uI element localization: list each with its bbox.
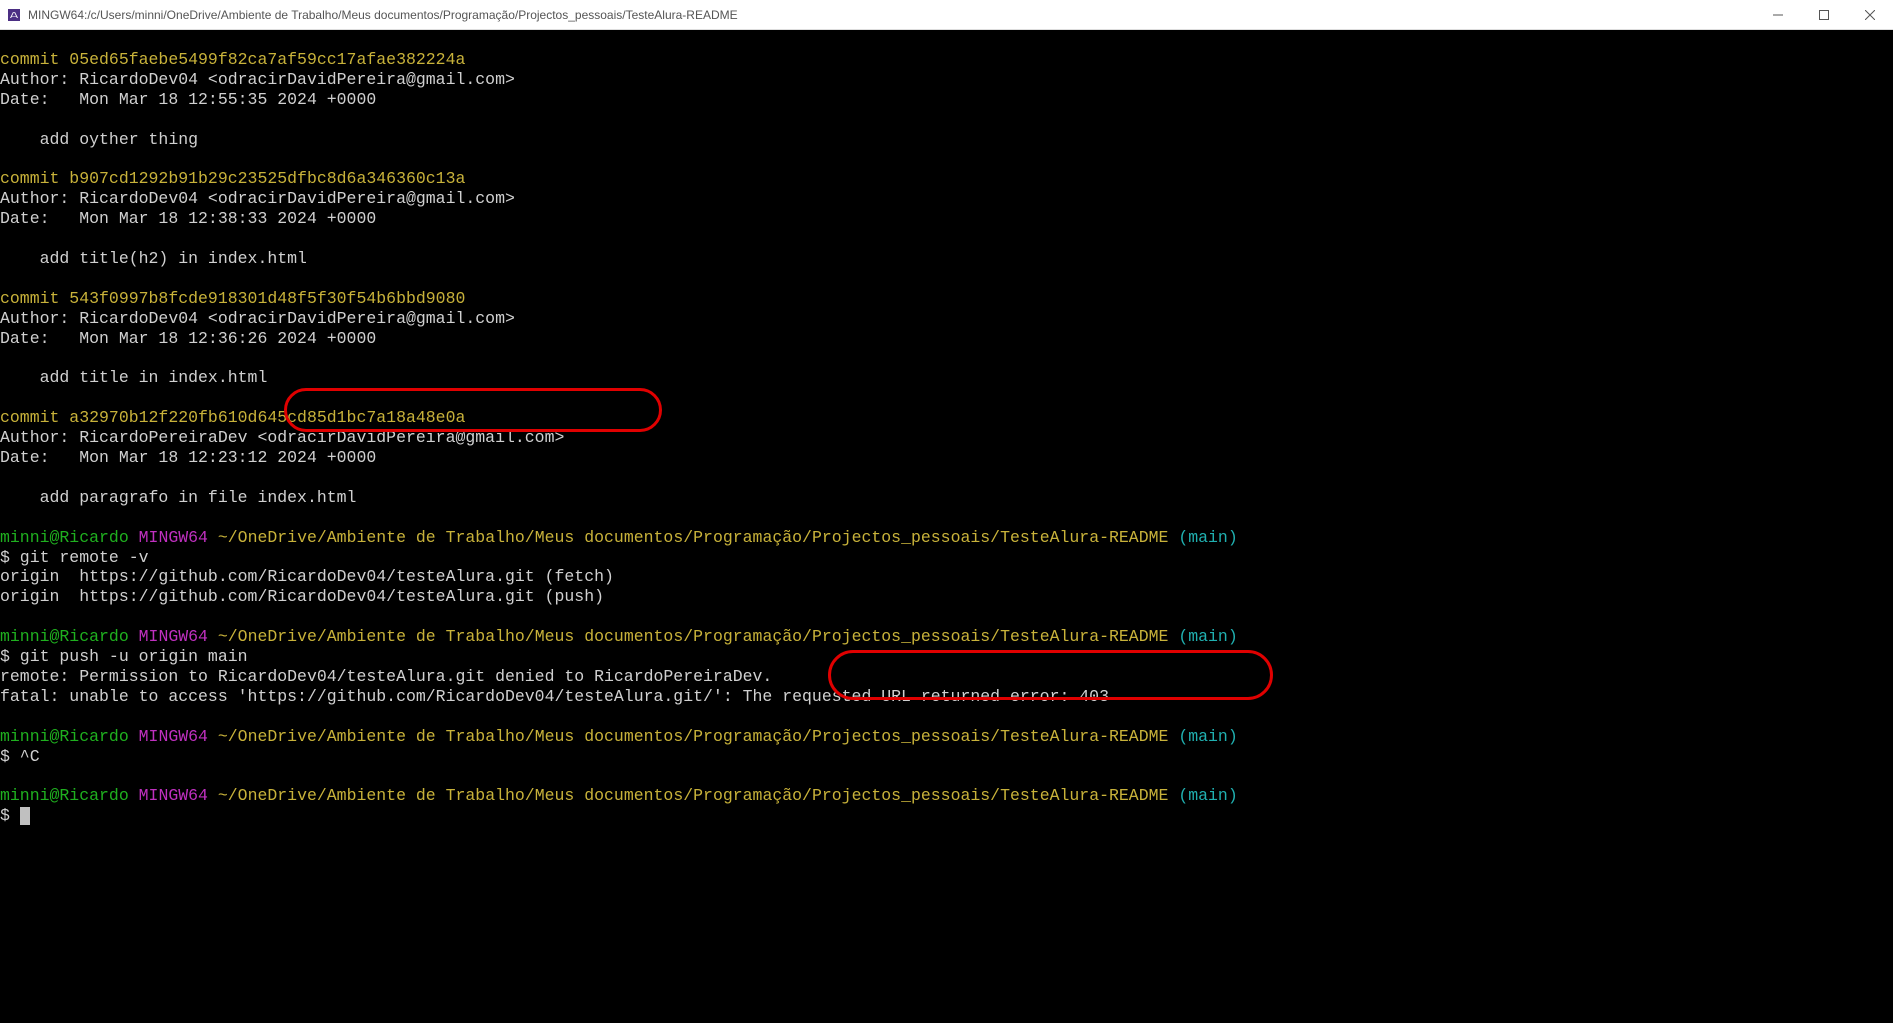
close-button[interactable] [1847, 0, 1893, 29]
prompt-userhost: minni@Ricardo [0, 727, 129, 746]
commit-author: Author: RicardoPereiraDev <odracirDavidP… [0, 428, 564, 447]
commit-msg: add title(h2) in index.html [0, 249, 307, 268]
prompt-branch: (main) [1178, 727, 1237, 746]
prompt-shell: MINGW64 [139, 786, 208, 805]
commit-hash: commit b907cd1292b91b29c23525dfbc8d6a346… [0, 169, 465, 188]
terminal[interactable]: commit 05ed65faebe5499f82ca7af59cc17afae… [0, 30, 1893, 1023]
output-line: origin https://github.com/RicardoDev04/t… [0, 587, 604, 606]
window-title: MINGW64:/c/Users/minni/OneDrive/Ambiente… [28, 8, 1755, 22]
commit-hash: commit 05ed65faebe5499f82ca7af59cc17afae… [0, 50, 465, 69]
prompt-shell: MINGW64 [139, 727, 208, 746]
command-line: $ git push -u origin main [0, 647, 248, 666]
prompt-shell: MINGW64 [139, 627, 208, 646]
commit-date: Date: Mon Mar 18 12:55:35 2024 +0000 [0, 90, 376, 109]
prompt-branch: (main) [1178, 528, 1237, 547]
prompt-path: ~/OneDrive/Ambiente de Trabalho/Meus doc… [218, 528, 1169, 547]
prompt-path: ~/OneDrive/Ambiente de Trabalho/Meus doc… [218, 627, 1169, 646]
prompt-path: ~/OneDrive/Ambiente de Trabalho/Meus doc… [218, 727, 1169, 746]
commit-msg: add paragrafo in file index.html [0, 488, 356, 507]
output-line: origin https://github.com/RicardoDev04/t… [0, 567, 614, 586]
commit-hash: commit a32970b12f220fb610d645cd85d1bc7a1… [0, 408, 465, 427]
commit-date: Date: Mon Mar 18 12:23:12 2024 +0000 [0, 448, 376, 467]
output-line: remote: Permission to RicardoDev04/teste… [0, 667, 772, 686]
command-line: $ [0, 806, 20, 825]
commit-date: Date: Mon Mar 18 12:36:26 2024 +0000 [0, 329, 376, 348]
window-titlebar: MINGW64:/c/Users/minni/OneDrive/Ambiente… [0, 0, 1893, 30]
prompt-userhost: minni@Ricardo [0, 786, 129, 805]
commit-msg: add oyther thing [0, 130, 198, 149]
prompt-branch: (main) [1178, 786, 1237, 805]
prompt-userhost: minni@Ricardo [0, 528, 129, 547]
prompt-path: ~/OneDrive/Ambiente de Trabalho/Meus doc… [218, 786, 1169, 805]
commit-author: Author: RicardoDev04 <odracirDavidPereir… [0, 70, 515, 89]
minimize-button[interactable] [1755, 0, 1801, 29]
app-icon [6, 7, 22, 23]
commit-hash: commit 543f0997b8fcde918301d48f5f30f54b6… [0, 289, 465, 308]
commit-date: Date: Mon Mar 18 12:38:33 2024 +0000 [0, 209, 376, 228]
output-line: fatal: unable to access 'https://github.… [0, 687, 1109, 706]
terminal-content: commit 05ed65faebe5499f82ca7af59cc17afae… [0, 30, 1238, 826]
commit-author: Author: RicardoDev04 <odracirDavidPereir… [0, 189, 515, 208]
command-line: $ git remote -v [0, 548, 149, 567]
command-line: $ ^C [0, 747, 40, 766]
commit-author: Author: RicardoDev04 <odracirDavidPereir… [0, 309, 515, 328]
window-controls [1755, 0, 1893, 29]
cursor [20, 807, 30, 825]
commit-msg: add title in index.html [0, 368, 267, 387]
prompt-userhost: minni@Ricardo [0, 627, 129, 646]
maximize-button[interactable] [1801, 0, 1847, 29]
prompt-shell: MINGW64 [139, 528, 208, 547]
prompt-branch: (main) [1178, 627, 1237, 646]
